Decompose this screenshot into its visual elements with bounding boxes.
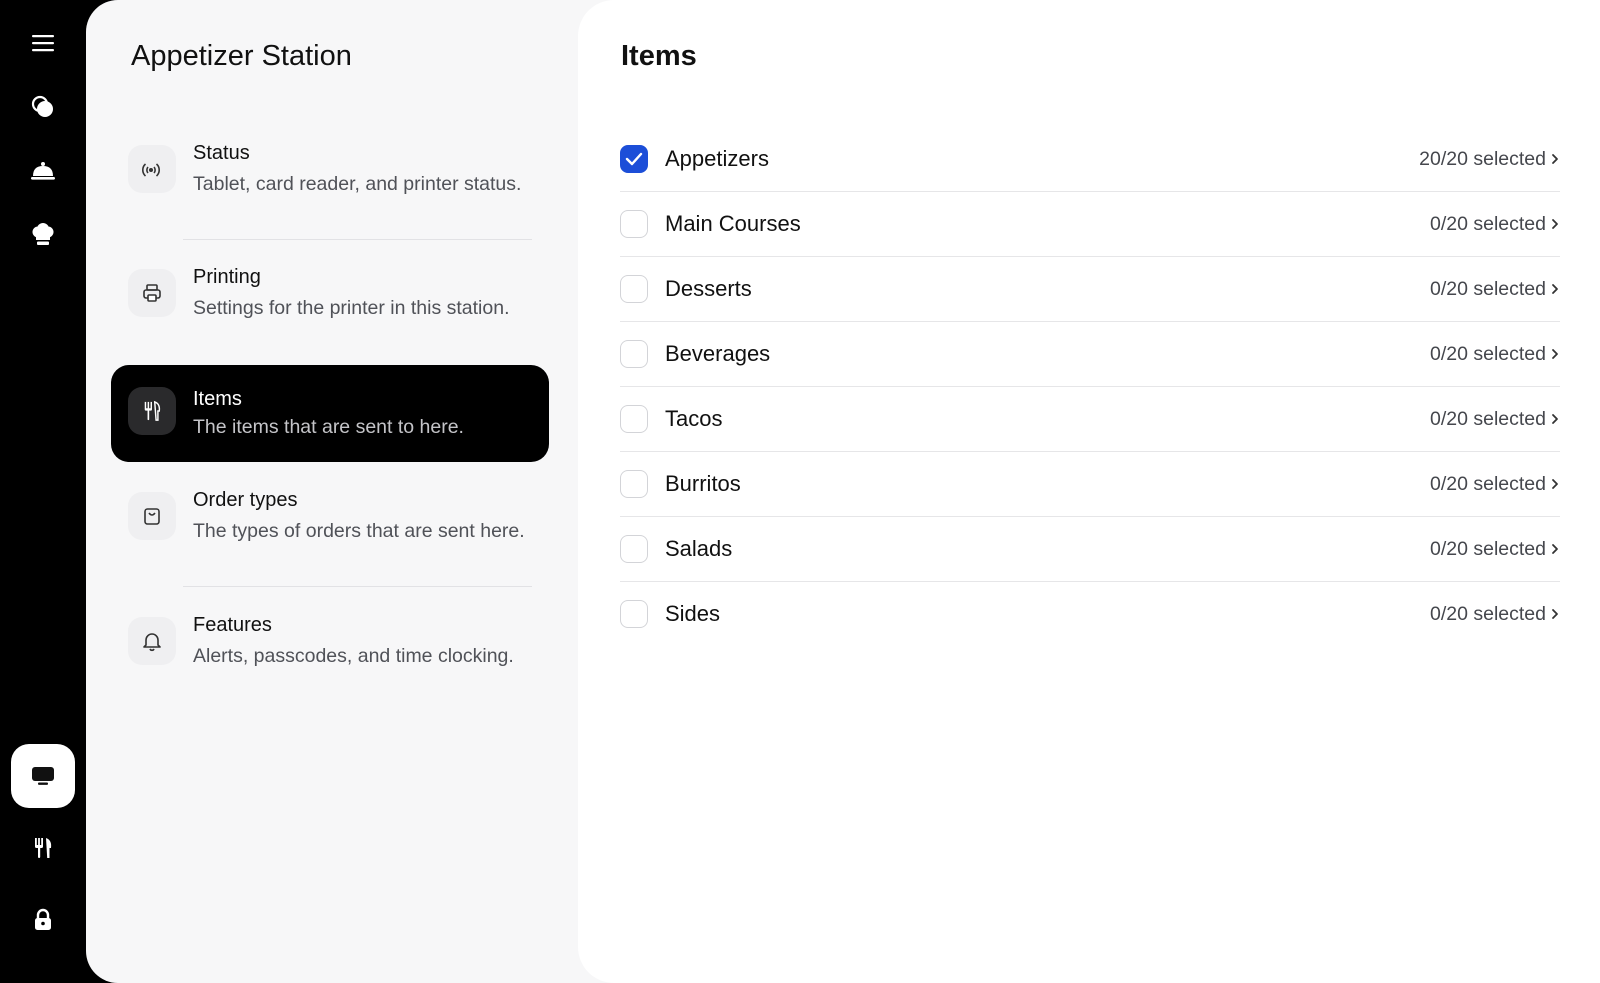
chef-hat-icon	[32, 223, 54, 245]
lock-icon	[35, 908, 51, 930]
nav-rail	[0, 0, 86, 983]
category-name: Beverages	[665, 341, 771, 366]
selected-count: 0/20 selected	[1429, 473, 1546, 495]
divider	[183, 239, 532, 240]
bag-icon	[128, 492, 176, 540]
category-row-sides[interactable]: Sides 0/20 selected	[620, 582, 1560, 647]
category-checkbox[interactable]	[620, 340, 648, 368]
bell-icon	[128, 617, 176, 665]
category-checkbox[interactable]	[620, 600, 648, 628]
settings-item-description: Tablet, card reader, and printer status.	[193, 173, 522, 195]
category-name: Salads	[665, 536, 733, 561]
settings-item-printing[interactable]: Printing Settings for the printer in thi…	[111, 251, 549, 364]
category-row-main-courses[interactable]: Main Courses 0/20 selected	[620, 192, 1560, 257]
settings-item-title: Printing	[193, 266, 261, 288]
category-checkbox[interactable]	[620, 535, 648, 563]
chevron-right-icon	[1552, 284, 1558, 294]
category-checkbox[interactable]	[620, 275, 648, 303]
category-checkbox[interactable]	[620, 145, 648, 173]
settings-item-order-types[interactable]: Order types The types of orders that are…	[111, 474, 549, 587]
settings-item-features[interactable]: Features Alerts, passcodes, and time clo…	[111, 599, 549, 712]
category-row-burritos[interactable]: Burritos 0/20 selected	[620, 452, 1560, 517]
chevron-right-icon	[1552, 219, 1558, 229]
category-checkbox[interactable]	[620, 470, 648, 498]
selected-count: 0/20 selected	[1429, 603, 1546, 625]
app-window: Appetizer Station Status Tablet, card re…	[0, 0, 1600, 983]
rail-item-shapes[interactable]	[11, 75, 75, 139]
category-checkbox[interactable]	[620, 405, 648, 433]
rail-item-kitchen[interactable]	[11, 203, 75, 267]
chevron-right-icon	[1552, 154, 1558, 164]
category-name: Sides	[665, 601, 721, 626]
category-row-salads[interactable]: Salads 0/20 selected	[620, 517, 1560, 582]
utensils-icon	[35, 838, 52, 858]
printer-icon	[128, 269, 176, 317]
selected-count: 0/20 selected	[1429, 213, 1546, 235]
settings-item-status[interactable]: Status Tablet, card reader, and printer …	[111, 127, 549, 240]
category-row-beverages[interactable]: Beverages 0/20 selected	[620, 322, 1560, 387]
chevron-right-icon	[1552, 349, 1558, 359]
check-icon	[625, 152, 643, 166]
category-name: Appetizers	[665, 146, 769, 171]
category-name: Main Courses	[665, 211, 801, 236]
chevron-right-icon	[1552, 609, 1558, 619]
chevron-right-icon	[1552, 479, 1558, 489]
selected-count: 20/20 selected	[1419, 148, 1546, 170]
settings-item-title: Status	[193, 142, 250, 164]
category-row-tacos[interactable]: Tacos 0/20 selected	[620, 387, 1560, 452]
selected-count: 0/20 selected	[1429, 408, 1546, 430]
settings-item-description: Alerts, passcodes, and time clocking.	[193, 645, 514, 667]
selected-count: 0/20 selected	[1429, 538, 1546, 560]
cloche-icon	[31, 162, 55, 180]
selected-count: 0/20 selected	[1429, 278, 1546, 300]
category-name: Tacos	[665, 406, 723, 431]
chevron-right-icon	[1552, 544, 1558, 554]
selected-count: 0/20 selected	[1429, 343, 1546, 365]
items-panel: Items Appetizers 20/20 selected Main Cou…	[578, 0, 1600, 983]
category-name: Burritos	[665, 471, 741, 496]
station-settings-panel: Appetizer Station Status Tablet, card re…	[86, 0, 646, 983]
category-row-appetizers[interactable]: Appetizers 20/20 selected	[620, 127, 1560, 192]
category-row-desserts[interactable]: Desserts 0/20 selected	[620, 257, 1560, 322]
rail-item-dishes[interactable]	[11, 139, 75, 203]
settings-item-title: Order types	[193, 489, 298, 511]
settings-item-description: Settings for the printer in this station…	[193, 297, 510, 319]
divider	[183, 586, 532, 587]
settings-item-title: Items	[193, 388, 242, 410]
utensils-icon	[128, 387, 176, 435]
settings-item-description: The items that are sent to here.	[193, 416, 464, 438]
rail-item-menu[interactable]	[11, 816, 75, 880]
category-list: Appetizers 20/20 selected Main Courses 0…	[620, 127, 1560, 647]
station-title: Appetizer Station	[131, 40, 352, 72]
menu-button[interactable]	[11, 11, 75, 75]
category-checkbox[interactable]	[620, 210, 648, 238]
settings-item-title: Features	[193, 614, 272, 636]
menu-icon	[32, 35, 54, 52]
category-name: Desserts	[665, 276, 752, 301]
signal-icon	[128, 145, 176, 193]
rail-item-kds[interactable]	[11, 744, 75, 808]
settings-item-items[interactable]: Items The items that are sent to here.	[111, 365, 549, 462]
settings-item-description: The types of orders that are sent here.	[193, 520, 525, 542]
items-title: Items	[621, 40, 697, 72]
shapes-icon	[31, 95, 53, 117]
chevron-right-icon	[1552, 414, 1558, 424]
kitchen-display-icon	[32, 767, 54, 785]
lock-button[interactable]	[11, 888, 75, 952]
